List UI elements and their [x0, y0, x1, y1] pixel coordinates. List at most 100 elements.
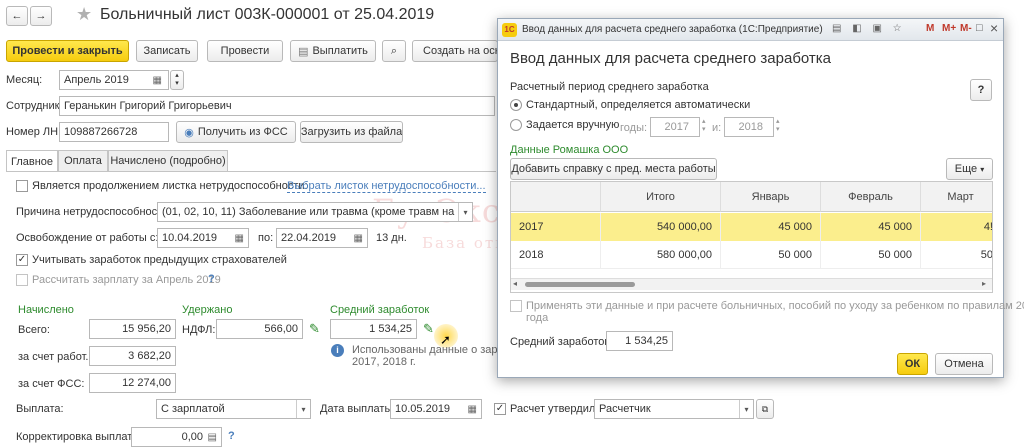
memory-minus-button[interactable]: M-	[960, 23, 972, 34]
consider-earnings-checkbox[interactable]: ✓	[16, 254, 28, 266]
get-from-fss-button[interactable]: ◉ Получить из ФСС	[176, 121, 296, 143]
window-title: Больничный лист 003К-000001 от 25.04.201…	[100, 6, 435, 23]
period-auto-radio[interactable]	[510, 99, 522, 111]
tab-main[interactable]: Главное	[6, 150, 58, 172]
tab-payment[interactable]: Оплата	[58, 150, 108, 171]
calculator-icon[interactable]: ▤	[208, 432, 217, 443]
dialog-titlebar[interactable]: 1С Ввод данных для расчета среднего зара…	[498, 19, 1003, 41]
reason-label: Причина нетрудоспособности:	[16, 206, 172, 218]
fss-field[interactable]: 12 274,00	[89, 373, 176, 393]
to-label: по:	[258, 232, 274, 244]
accrued-header: Начислено	[18, 304, 74, 316]
calendar-icon[interactable]: ▦	[354, 233, 363, 244]
reason-field[interactable]: (01, 02, 10, 11) Заболевание или травма …	[157, 202, 473, 222]
create-based-button[interactable]: Создать на осн	[412, 40, 498, 62]
avg-edit-icon[interactable]: ✎	[423, 321, 434, 337]
avg-earnings-dialog: 1С Ввод данных для расчета среднего зара…	[497, 18, 1024, 378]
star-icon[interactable]: ★	[76, 4, 92, 25]
year-from-stepper[interactable]: ▴ ▾	[702, 118, 706, 134]
table-header-feb: Февраль	[821, 182, 921, 212]
pay-button[interactable]: ▤ Выплатить	[290, 40, 376, 62]
release-label: Освобождение от работы с:	[16, 232, 159, 244]
calendar-icon[interactable]: ▦	[468, 404, 477, 415]
pay-icon: ▤	[298, 45, 309, 58]
choose-sheet-link[interactable]: Выбрать листок нетрудоспособности...	[287, 180, 486, 193]
ndfl-edit-icon[interactable]: ✎	[309, 321, 320, 337]
attach-button[interactable]: ⌕	[382, 40, 406, 62]
post-and-close-button[interactable]: Провести и закрыть	[6, 40, 129, 62]
dialog-avg-field[interactable]: 1 534,25	[606, 331, 673, 351]
correction-help-icon[interactable]: ?	[228, 430, 235, 442]
ndfl-label: НДФЛ:	[182, 324, 216, 336]
total-field[interactable]: 15 956,20	[89, 319, 176, 339]
payout-label: Выплата:	[16, 403, 64, 415]
app-logo-icon: 1С	[502, 23, 517, 37]
calc-salary-checkbox[interactable]	[16, 274, 28, 286]
add-certificate-button[interactable]: Добавить справку с пред. места работы	[510, 158, 717, 180]
month-field[interactable]: Апрель 2019 ▦	[59, 70, 169, 90]
employer-field[interactable]: 3 682,20	[89, 346, 176, 366]
maximize-icon[interactable]: □	[976, 22, 983, 34]
year-from-field[interactable]: 2017	[650, 117, 700, 137]
payout-dropdown-icon[interactable]: ▾	[296, 400, 310, 418]
month-label: Месяц:	[6, 74, 43, 86]
avg-field[interactable]: 1 534,25	[330, 319, 417, 339]
help-button[interactable]: ?	[970, 79, 992, 101]
period-label: Расчетный период среднего заработка	[510, 81, 709, 93]
date-to-field[interactable]: 22.04.2019 ▦	[276, 228, 368, 248]
ln-field[interactable]: 109887266728	[59, 122, 169, 142]
calendar-icon[interactable]: ▦	[235, 233, 244, 244]
continuation-checkbox[interactable]	[16, 180, 28, 192]
forward-button[interactable]: →	[30, 6, 52, 26]
titlebar-toolbar-icons[interactable]: ▤ ◧ ▣ ☆	[832, 23, 906, 34]
info-icon: i	[331, 344, 344, 357]
employee-field[interactable]: Геранькин Григорий Григорьевич	[59, 96, 495, 116]
table-header-jan: Январь	[721, 182, 821, 212]
help-icon[interactable]: ?	[208, 273, 215, 285]
table-scrollbar[interactable]: ◂ ▸	[511, 278, 992, 290]
table-header-total: Итого	[601, 182, 721, 212]
approved-checkbox[interactable]: ✓	[494, 403, 506, 415]
cancel-button[interactable]: Отмена	[935, 353, 993, 375]
year-to-stepper[interactable]: ▴ ▾	[776, 118, 780, 134]
approved-dropdown-icon[interactable]: ▾	[739, 400, 753, 418]
scroll-thumb[interactable]	[525, 282, 635, 287]
save-button[interactable]: Записать	[136, 40, 198, 62]
load-from-file-button[interactable]: Загрузить из файла	[300, 121, 403, 143]
ln-label: Номер ЛН:	[6, 126, 62, 138]
correction-field[interactable]: 0,00 ▤	[131, 427, 222, 447]
avg-header: Средний заработок	[330, 304, 430, 316]
paydate-label: Дата выплаты:	[320, 403, 396, 415]
close-icon[interactable]: ×	[990, 20, 998, 36]
approved-open-button[interactable]: ⧉	[756, 399, 774, 419]
scroll-left-icon[interactable]: ◂	[513, 279, 517, 288]
approved-field[interactable]: Расчетчик ▾	[594, 399, 754, 419]
month-stepper[interactable]: ▴ ▾	[170, 70, 184, 90]
period-auto-label: Стандартный, определяется автоматически	[526, 99, 751, 111]
paydate-field[interactable]: 10.05.2019 ▦	[390, 399, 482, 419]
post-button[interactable]: Провести	[207, 40, 283, 62]
apply-also-checkbox[interactable]	[510, 300, 522, 312]
back-button[interactable]: ←	[6, 6, 28, 26]
date-from-field[interactable]: 10.04.2019 ▦	[157, 228, 249, 248]
approved-label: Расчет утвердил	[510, 403, 596, 415]
payout-field[interactable]: С зарплатой ▾	[156, 399, 311, 419]
fss-label: за счет ФСС:	[18, 378, 85, 390]
year-to-field[interactable]: 2018	[724, 117, 774, 137]
memory-button[interactable]: M	[926, 23, 934, 34]
calendar-icon[interactable]: ▦	[153, 75, 162, 86]
memory-plus-button[interactable]: M+	[942, 23, 956, 34]
scroll-right-icon[interactable]: ▸	[982, 279, 986, 288]
tab-accrued-detail[interactable]: Начислено (подробно)	[108, 150, 228, 171]
period-manual-label: Задается вручную	[526, 119, 620, 131]
ndfl-field[interactable]: 566,00	[216, 319, 303, 339]
ok-button[interactable]: ОК	[897, 353, 928, 375]
table-row[interactable]: 2018 580 000,00 50 000 50 000 50	[511, 241, 992, 269]
and-label: и:	[712, 122, 722, 134]
reason-dropdown-icon[interactable]: ▾	[458, 203, 472, 221]
more-button[interactable]: Еще ▾	[946, 158, 993, 180]
continuation-label: Является продолжением листка нетрудоспос…	[32, 180, 308, 192]
org-data-label: Данные Ромашка ООО	[510, 144, 629, 156]
table-row[interactable]: 2017 540 000,00 45 000 45 000 4!	[511, 213, 992, 241]
period-manual-radio[interactable]	[510, 119, 522, 131]
